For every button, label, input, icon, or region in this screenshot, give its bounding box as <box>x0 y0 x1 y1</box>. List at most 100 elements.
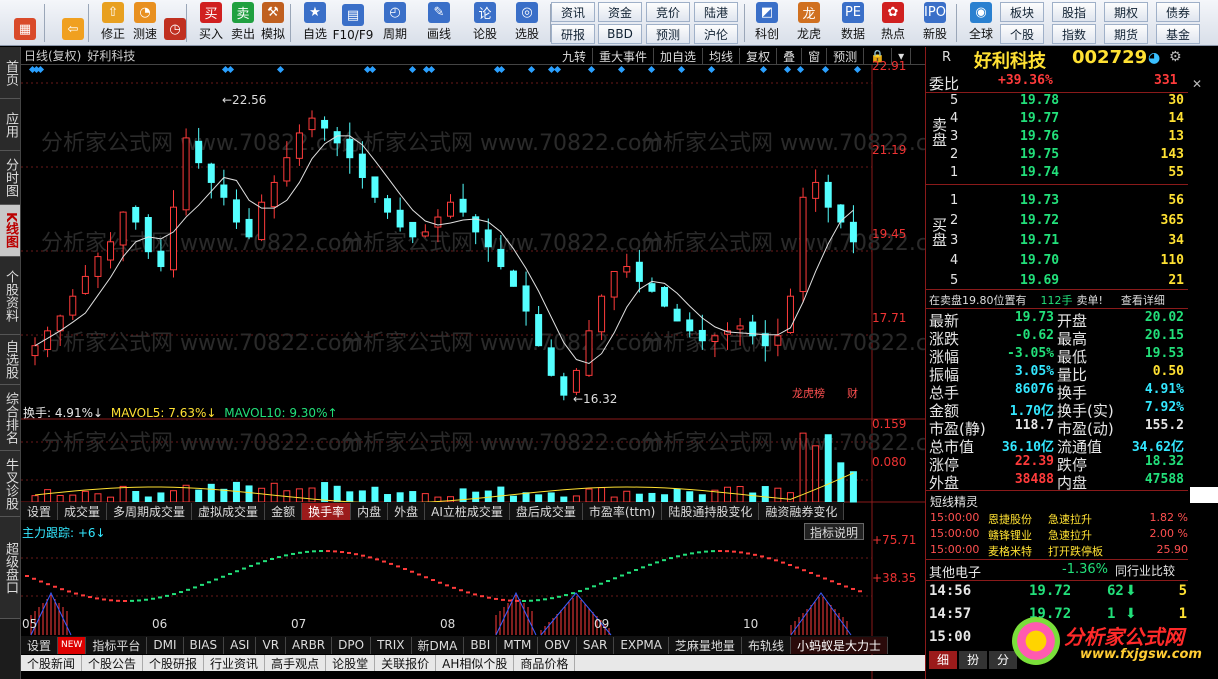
bottom-indicator-tab[interactable]: TRIX <box>371 636 412 654</box>
back-arrow-toolbar-button[interactable]: ⇦ <box>54 2 92 44</box>
news-tab[interactable]: AH相似个股 <box>436 655 515 671</box>
scrollbar[interactable] <box>1188 69 1218 529</box>
star-toolbar-button[interactable]: ★ 自选 <box>296 2 334 44</box>
bottom-indicator-tab[interactable]: VR <box>256 636 287 654</box>
toolbar-small-button[interactable]: 股指 <box>1052 2 1096 22</box>
news-tab[interactable]: 高手观点 <box>265 655 327 671</box>
kechuang-toolbar-button[interactable]: ◩ 科创 <box>748 2 786 44</box>
toolbar-small-button[interactable]: 指数 <box>1052 24 1096 44</box>
indicator-tab[interactable]: AI立桩成交量 <box>425 502 510 520</box>
dragon-toolbar-button[interactable]: 龙龙虎 <box>790 2 828 44</box>
chart-header-tab[interactable]: 九转 <box>556 47 594 65</box>
buy-level-row[interactable]: 1 19.73 56 <box>926 193 1188 211</box>
sidebar-item[interactable]: 首页 <box>0 47 20 99</box>
chart-header-tab[interactable]: 叠 <box>777 47 803 65</box>
toolbar-small-button[interactable]: 沪伦 <box>694 24 738 44</box>
close-icon[interactable]: ✕ <box>1192 77 1202 91</box>
indicator-tab[interactable]: 设置 <box>21 502 59 520</box>
f10-toolbar-button[interactable]: ▤ F10/F9 <box>333 2 373 44</box>
bottom-indicator-tab[interactable]: 新DMA <box>412 636 465 654</box>
news-tab[interactable]: 行业资讯 <box>204 655 266 671</box>
news-tab[interactable]: 论股堂 <box>326 655 376 671</box>
toolbar-small-button[interactable]: 竞价 <box>646 2 690 22</box>
indicator-tab[interactable]: 内盘 <box>351 502 389 520</box>
sidebar-item[interactable]: 个股资料 <box>0 257 20 335</box>
bottom-indicator-tab[interactable]: SAR <box>577 636 615 654</box>
discuss-toolbar-button[interactable]: 论论股 <box>466 2 504 44</box>
bottom-indicator-tab[interactable]: ARBR <box>286 636 333 654</box>
toolbar-small-button[interactable]: 资讯 <box>551 2 595 22</box>
buy-level-row[interactable]: 3 19.71 34 <box>926 233 1188 251</box>
clock-toolbar-button[interactable]: ◷ <box>156 2 194 44</box>
toolbar-small-button[interactable]: 债券 <box>1156 2 1200 22</box>
ipo-toolbar-button[interactable]: IPO 新股 <box>916 2 954 44</box>
bottom-indicator-tab[interactable]: ASI <box>224 636 257 654</box>
chart-header-tab[interactable]: 加自选 <box>654 47 704 65</box>
indicator-tab[interactable]: 陆股通持股变化 <box>662 502 760 520</box>
indicator-tab[interactable]: 市盈率(ttm) <box>583 502 663 520</box>
bottom-indicator-tab[interactable]: EXPMA <box>614 636 669 654</box>
chart-header-tab[interactable]: 复权 <box>740 47 778 65</box>
buy-level-row[interactable]: 4 19.70 110 <box>926 253 1188 271</box>
industry-compare-link[interactable]: 同行业比较 <box>1115 562 1175 579</box>
indicator-tab[interactable]: 成交量 <box>58 502 108 520</box>
sidebar-item[interactable]: 超级盘口 <box>0 517 20 619</box>
indicator-tab[interactable]: 多周期成交量 <box>107 502 193 520</box>
sell-level-row[interactable]: 2 19.75 143 <box>926 147 1188 165</box>
news-tab[interactable]: 个股公告 <box>82 655 144 671</box>
toolbar-small-button[interactable]: 期权 <box>1104 2 1148 22</box>
sell-level-row[interactable]: 5 19.78 30 <box>926 93 1188 111</box>
news-tab[interactable]: 个股新闻 <box>21 655 83 671</box>
bottom-indicator-tab[interactable]: BIAS <box>184 636 225 654</box>
settings-icon[interactable]: ⚙ <box>1169 49 1182 65</box>
toolbar-small-button[interactable]: 基金 <box>1156 24 1200 44</box>
indicator-tab[interactable]: 融资融券变化 <box>759 502 845 520</box>
bottom-indicator-tab[interactable]: 小蚂蚁是大力士 <box>790 636 888 654</box>
toolbar-small-button[interactable]: 个股 <box>1000 24 1044 44</box>
indicator-help-button[interactable]: 指标说明 <box>804 523 865 540</box>
kline-svg[interactable]: 分析家公式网 www.70822.com分析家公式网 www.70822.com… <box>21 65 925 679</box>
indicator-tab[interactable]: 盘后成交量 <box>510 502 583 520</box>
side-button[interactable] <box>1190 487 1218 503</box>
indicator-tab[interactable]: 外盘 <box>388 502 426 520</box>
chart-header-tab[interactable]: 窗 <box>802 47 828 65</box>
bottom-indicator-tab[interactable]: OBV <box>538 636 577 654</box>
globe-toolbar-button[interactable]: ◉ 全球 <box>962 2 1000 44</box>
pie-icon[interactable]: ◕ <box>1148 50 1160 66</box>
toolbar-small-button[interactable]: 陆港 <box>694 2 738 22</box>
bottom-indicator-tab[interactable]: MTM <box>497 636 539 654</box>
chart-header-tab[interactable]: 重大事件 <box>593 47 655 65</box>
toolbar-small-button[interactable]: 研报 <box>551 24 595 44</box>
window-grid-toolbar-button[interactable]: ▦ <box>6 2 44 44</box>
sidebar-item[interactable]: 应用 <box>0 99 20 151</box>
sell-level-row[interactable]: 3 19.76 13 <box>926 129 1188 147</box>
quote-bottom-tab[interactable]: 扮 <box>959 651 987 669</box>
indicator-tab[interactable]: 金额 <box>265 502 303 520</box>
news-tab[interactable]: 个股研报 <box>143 655 205 671</box>
bottom-indicator-tab[interactable]: 指标平台 <box>86 636 148 654</box>
sidebar-item[interactable]: 牛叉诊股 <box>0 451 20 517</box>
toolbar-small-button[interactable]: 资金 <box>598 2 642 22</box>
alert-detail-link[interactable]: 查看详细 <box>1121 294 1165 307</box>
news-tab[interactable]: 商品价格 <box>514 655 576 671</box>
sell-level-row[interactable]: 1 19.74 55 <box>926 165 1188 183</box>
select-stock-toolbar-button[interactable]: ◎ 选股 <box>508 2 546 44</box>
hot-toolbar-button[interactable]: ✿ 热点 <box>874 2 912 44</box>
hammer-toolbar-button[interactable]: ⚒ 模拟 <box>254 2 292 44</box>
toolbar-small-button[interactable]: 预测 <box>646 24 690 44</box>
pencil-toolbar-button[interactable]: ✎ 画线 <box>420 2 458 44</box>
chart-header-tab[interactable]: 均线 <box>703 47 741 65</box>
indicator-tab[interactable]: 换手率 <box>302 502 352 520</box>
toolbar-small-button[interactable]: 期货 <box>1104 24 1148 44</box>
bottom-indicator-tab[interactable]: 布轨线 <box>742 636 791 654</box>
toolbar-small-button[interactable]: BBD <box>598 24 642 44</box>
bottom-indicator-tab[interactable]: DPO <box>332 636 372 654</box>
bottom-indicator-tab[interactable]: NEW <box>58 636 87 654</box>
bottom-indicator-tab[interactable]: BBI <box>464 636 498 654</box>
bottom-indicator-tab[interactable]: DMI <box>147 636 184 654</box>
bottom-indicator-tab[interactable]: 芝麻量地量 <box>669 636 742 654</box>
chart-header-tab[interactable]: 预测 <box>827 47 865 65</box>
cycle-toolbar-button[interactable]: ◴ 周期 <box>376 2 414 44</box>
quote-bottom-tab[interactable]: 细 <box>929 651 957 669</box>
sell-level-row[interactable]: 4 19.77 14 <box>926 111 1188 129</box>
